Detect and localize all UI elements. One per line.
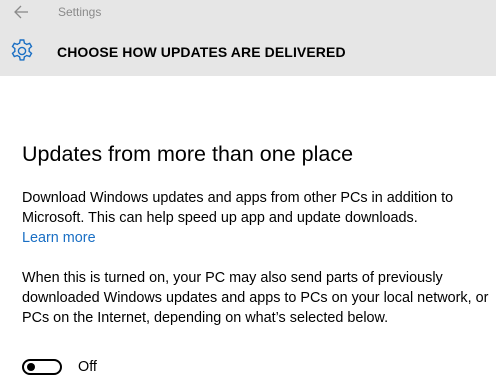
toggle-state-label: Off [78,359,97,375]
back-button[interactable] [9,2,33,22]
updates-toggle[interactable] [22,359,62,375]
page-title: CHOOSE HOW UPDATES ARE DELIVERED [57,44,346,60]
learn-more-link[interactable]: Learn more [22,228,96,248]
description-text: Download Windows updates and apps from o… [22,190,454,226]
toggle-knob [27,363,35,371]
section-heading: Updates from more than one place [22,142,354,166]
arrow-left-icon [14,5,28,19]
window-title: Settings [58,5,102,19]
toggle-row: Off [22,357,97,377]
detail-text: When this is turned on, your PC may also… [22,270,489,326]
title-bar: Settings [0,0,496,25]
page-header: CHOOSE HOW UPDATES ARE DELIVERED [0,25,496,76]
gear-icon [11,39,33,61]
